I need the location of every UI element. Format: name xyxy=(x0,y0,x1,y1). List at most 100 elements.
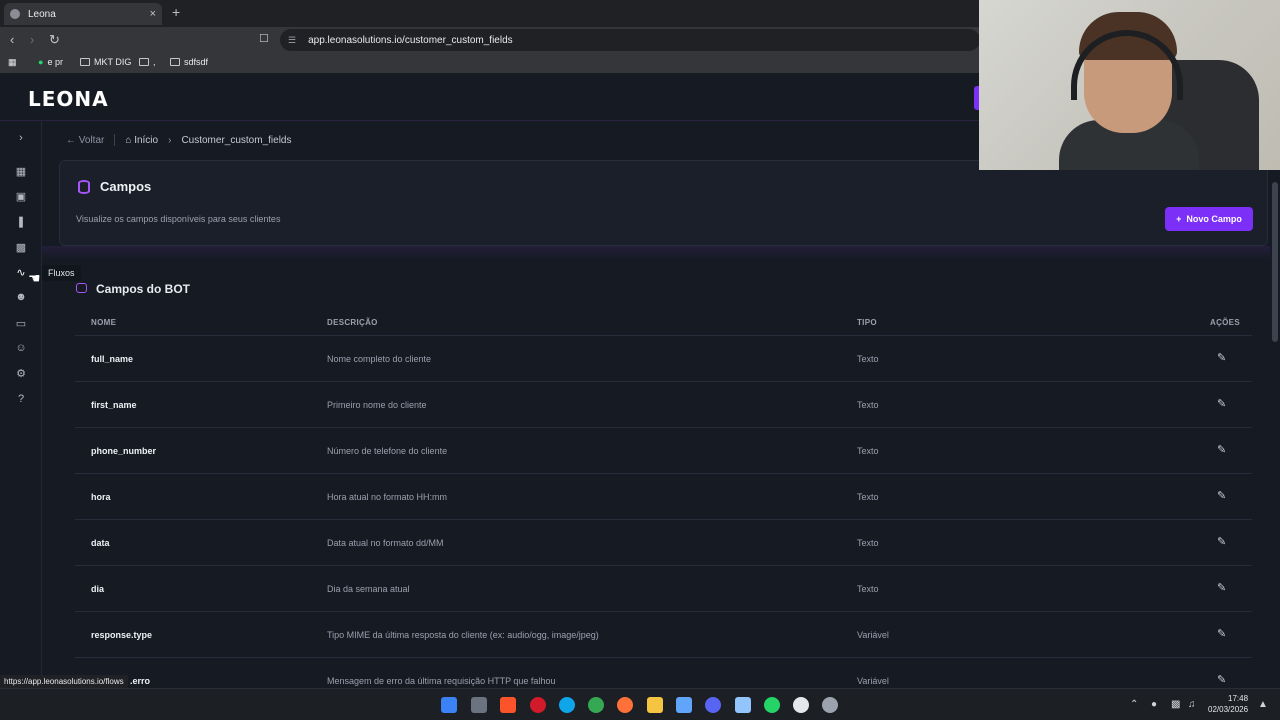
table-row: data Data atual no formato dd/MM Texto ✎ xyxy=(75,519,1252,565)
help-icon[interactable]: ? xyxy=(13,391,29,407)
field-name: response.type xyxy=(91,630,153,640)
microphone-icon[interactable]: ● xyxy=(1151,699,1157,710)
bookmark-label: e pr xyxy=(47,57,63,67)
bookmark-folder[interactable]: , xyxy=(139,57,156,67)
whatsapp-taskbar-icon[interactable] xyxy=(764,697,780,713)
page-title: Campos xyxy=(100,179,152,194)
plus-icon: + xyxy=(1176,214,1182,224)
edit-pencil-icon[interactable]: ✎ xyxy=(1217,627,1226,640)
scrollbar-thumb[interactable] xyxy=(1272,182,1278,342)
field-description: Nome completo do cliente xyxy=(327,354,432,364)
column-header-description[interactable]: DESCRIÇÃO xyxy=(327,318,378,327)
bookmark-label: MKT DIG xyxy=(94,57,132,67)
reload-icon[interactable]: ↻ xyxy=(49,32,60,48)
column-header-type[interactable]: TIPO xyxy=(857,318,877,327)
back-icon[interactable]: ‹ xyxy=(10,32,14,47)
field-type: Texto xyxy=(857,492,879,502)
field-type: Texto xyxy=(857,584,879,594)
home-link[interactable]: ⌂ Início xyxy=(125,135,158,146)
field-name: first_name xyxy=(91,400,137,410)
edit-pencil-icon[interactable]: ✎ xyxy=(1217,535,1226,548)
store-icon[interactable] xyxy=(676,697,692,713)
chat-icon[interactable]: ▣ xyxy=(13,188,29,204)
volume-icon[interactable]: ♫ xyxy=(1188,699,1196,710)
tab-close-icon[interactable]: × xyxy=(150,8,156,20)
database-icon xyxy=(78,180,90,194)
scrollbar[interactable] xyxy=(1270,170,1280,678)
bookmark-label: , xyxy=(153,57,156,67)
field-description: Número de telefone do cliente xyxy=(327,446,448,456)
edit-pencil-icon[interactable]: ✎ xyxy=(1217,673,1226,686)
edit-pencil-icon[interactable]: ✎ xyxy=(1217,351,1226,364)
tab-title: Leona xyxy=(28,8,56,20)
sidebar-tooltip: Fluxos xyxy=(42,265,81,281)
file-explorer-icon[interactable] xyxy=(647,697,663,713)
breadcrumb-divider xyxy=(114,134,116,146)
notification-icon[interactable]: ▲ xyxy=(1258,699,1268,710)
apps-grid-icon[interactable]: ▦ xyxy=(8,57,17,68)
page-subtitle: Visualize os campos disponíveis para seu… xyxy=(76,214,281,224)
bookmark-folder[interactable]: MKT DIG xyxy=(80,57,131,67)
field-type: Variável xyxy=(857,676,889,686)
notepad-icon[interactable] xyxy=(735,697,751,713)
edit-pencil-icon[interactable]: ✎ xyxy=(1217,397,1226,410)
breadcrumb-current: Customer_custom_fields xyxy=(181,134,292,146)
back-link[interactable]: ← Voltar xyxy=(66,135,104,146)
sidebar: › ▦ ▣ ❚ ▩ ∿ ☻ ▭ ☺ ⚙ ? xyxy=(0,121,42,678)
kanban-icon[interactable]: ❚ xyxy=(13,213,29,229)
bookmark-folder[interactable]: sdfsdf xyxy=(170,57,208,67)
system-clock[interactable]: 17:48 02/03/2026 xyxy=(1208,693,1248,715)
field-type: Texto xyxy=(857,400,879,410)
gear-icon[interactable]: ⚙ xyxy=(13,365,29,381)
site-info-icon[interactable]: ☰ xyxy=(288,35,296,46)
tray-chevron-icon[interactable]: ⌃ xyxy=(1130,699,1138,710)
windows-taskbar: ⌃ ● ▩ ♫ 17:48 02/03/2026 ▲ xyxy=(0,688,1280,720)
clock-date: 02/03/2026 xyxy=(1208,705,1249,714)
address-bar[interactable]: ☰ app.leonasolutions.io/customer_custom_… xyxy=(280,29,980,51)
field-description: Mensagem de erro da última requisição HT… xyxy=(327,676,556,686)
task-view-icon[interactable] xyxy=(471,697,487,713)
edit-pencil-icon[interactable]: ✎ xyxy=(1217,443,1226,456)
windows-start-icon[interactable] xyxy=(441,697,457,713)
bookmark-item[interactable]: ● e pr xyxy=(38,57,63,67)
field-name: data xyxy=(91,538,110,548)
edge-icon[interactable] xyxy=(559,697,575,713)
new-field-button[interactable]: + Novo Campo xyxy=(1165,207,1253,231)
folder-icon xyxy=(80,58,90,66)
field-description: Dia da semana atual xyxy=(327,584,410,594)
dashboard-grid-icon[interactable]: ▦ xyxy=(13,163,29,179)
edit-pencil-icon[interactable]: ✎ xyxy=(1217,489,1226,502)
flows-icon[interactable]: ∿ xyxy=(13,264,29,280)
brave-browser-icon[interactable] xyxy=(500,697,516,713)
folder-icon xyxy=(170,58,180,66)
new-tab-icon[interactable]: + xyxy=(172,4,180,20)
table-row: full_name Nome completo do cliente Texto… xyxy=(75,335,1252,381)
printer-icon[interactable]: ▩ xyxy=(13,239,29,255)
field-type: Texto xyxy=(857,538,879,548)
edit-pencil-icon[interactable]: ✎ xyxy=(1217,581,1226,594)
user-circle-icon[interactable]: ☺ xyxy=(13,340,29,356)
section-title: Campos do BOT xyxy=(96,282,191,296)
expand-chevron-icon[interactable]: › xyxy=(13,130,29,146)
firefox-icon[interactable] xyxy=(617,697,633,713)
users-icon[interactable]: ☻ xyxy=(13,289,29,305)
webcam-overlay xyxy=(979,0,1280,170)
column-header-name[interactable]: NOME xyxy=(91,318,116,327)
leona-logo[interactable]: LEONA xyxy=(28,87,109,111)
bookmark-icon[interactable]: ☐ xyxy=(259,32,269,45)
opera-icon[interactable] xyxy=(530,697,546,713)
table-row: dia Dia da semana atual Texto ✎ xyxy=(75,565,1252,611)
credit-card-icon[interactable]: ▭ xyxy=(13,315,29,331)
column-header-actions: AÇÕES xyxy=(1210,318,1240,327)
chrome-icon[interactable] xyxy=(588,697,604,713)
app-icon[interactable] xyxy=(822,697,838,713)
browser-tab[interactable]: Leona × xyxy=(4,3,162,25)
whatsapp-icon: ● xyxy=(38,57,44,67)
field-name: .erro xyxy=(130,676,151,686)
network-icon[interactable]: ▩ xyxy=(1171,699,1180,710)
table-row: hora Hora atual no formato HH:mm Texto ✎ xyxy=(75,473,1252,519)
discord-icon[interactable] xyxy=(705,697,721,713)
obs-icon[interactable] xyxy=(793,697,809,713)
new-field-label: Novo Campo xyxy=(1186,214,1242,224)
forward-icon[interactable]: › xyxy=(30,32,34,47)
